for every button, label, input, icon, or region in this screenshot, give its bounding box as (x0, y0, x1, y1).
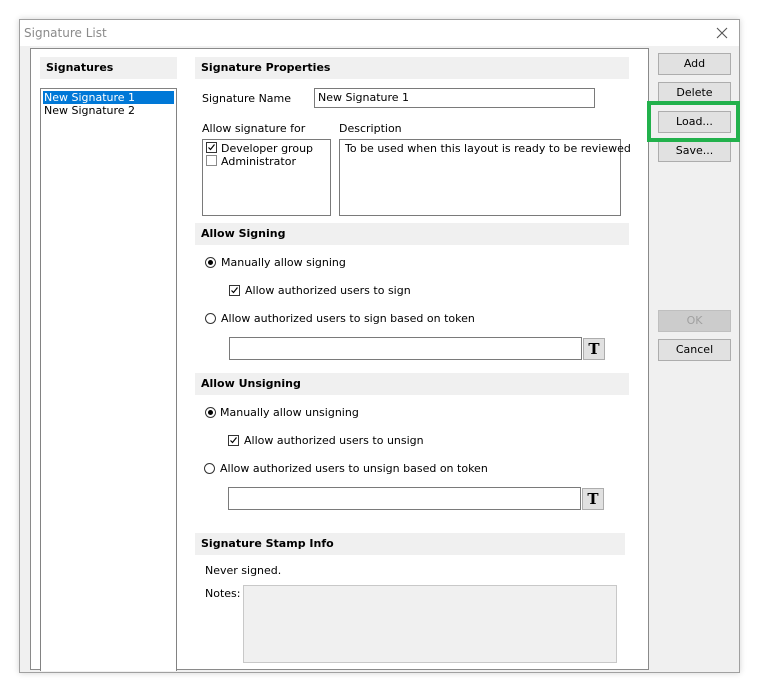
title-bar: Signature List (20, 20, 739, 46)
description-label: Description (339, 122, 402, 135)
administrator-label: Administrator (221, 155, 296, 168)
signature-stamp-header: Signature Stamp Info (195, 533, 625, 555)
token-unsigning-radio[interactable] (204, 463, 215, 474)
list-item[interactable]: New Signature 1 (43, 91, 174, 104)
notes-textarea[interactable] (243, 585, 617, 663)
signature-list-dialog: Signature List Signatures New Signature … (19, 19, 740, 673)
allow-signature-for-list: Developer group Administrator (202, 139, 331, 216)
manual-unsigning-radio[interactable] (205, 407, 216, 418)
token-signing-label: Allow authorized users to sign based on … (221, 312, 475, 325)
administrator-checkbox[interactable] (206, 155, 217, 166)
manual-signing-label: Manually allow signing (221, 256, 346, 269)
authorized-unsign-checkbox[interactable] (228, 435, 239, 446)
description-textarea[interactable]: To be used when this layout is ready to … (339, 139, 631, 216)
checkmark-icon (231, 287, 238, 294)
list-item[interactable]: New Signature 2 (43, 104, 135, 117)
radio-dot-icon (208, 410, 213, 415)
manual-signing-radio[interactable] (205, 257, 216, 268)
authorized-sign-checkbox[interactable] (229, 285, 240, 296)
developer-group-checkbox[interactable] (206, 142, 217, 153)
sign-token-button[interactable]: T (583, 338, 605, 360)
main-panel: Signatures New Signature 1 New Signature… (30, 48, 649, 671)
signature-name-input[interactable]: New Signature 1 (314, 88, 595, 108)
close-button[interactable] (705, 20, 739, 46)
checkmark-icon (208, 144, 215, 151)
signatures-header: Signatures (40, 57, 177, 79)
signature-properties-header: Signature Properties (195, 57, 629, 79)
unsign-token-input[interactable] (228, 487, 581, 510)
authorized-unsign-label: Allow authorized users to unsign (244, 434, 424, 447)
allow-unsigning-header: Allow Unsigning (195, 373, 629, 395)
checkmark-icon (230, 437, 237, 444)
notes-label: Notes: (205, 587, 241, 600)
allow-signature-for-label: Allow signature for (202, 122, 306, 135)
signature-name-label: Signature Name (202, 92, 292, 105)
close-icon (716, 27, 728, 39)
radio-dot-icon (208, 260, 213, 265)
token-unsigning-label: Allow authorized users to unsign based o… (220, 462, 488, 475)
signatures-listbox[interactable]: New Signature 1 New Signature 2 (40, 88, 177, 671)
load-button-highlight (647, 101, 740, 142)
stamp-status-text: Never signed. (205, 564, 282, 577)
ok-button[interactable]: OK (658, 310, 731, 332)
add-button[interactable]: Add (658, 53, 731, 75)
unsign-token-button[interactable]: T (582, 488, 604, 510)
sign-token-input[interactable] (229, 337, 582, 360)
save-button[interactable]: Save... (658, 140, 731, 162)
cancel-button[interactable]: Cancel (658, 339, 731, 361)
token-signing-radio[interactable] (205, 313, 216, 324)
manual-unsigning-label: Manually allow unsigning (220, 406, 359, 419)
allow-signing-header: Allow Signing (195, 223, 629, 245)
authorized-sign-label: Allow authorized users to sign (245, 284, 411, 297)
window-title: Signature List (24, 26, 107, 40)
